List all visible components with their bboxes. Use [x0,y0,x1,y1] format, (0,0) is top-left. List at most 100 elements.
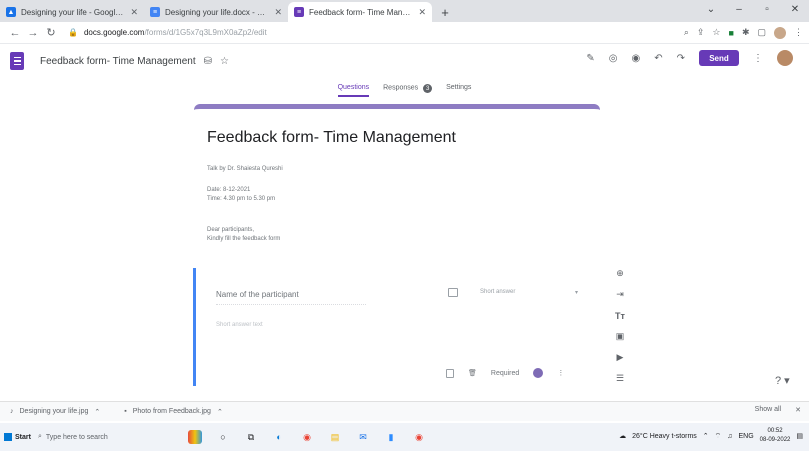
add-question-icon[interactable]: ⊕ [614,268,626,279]
browser-tab-docs[interactable]: ≡ Designing your life.docx - Goog ✕ [144,2,288,22]
header-actions: ✎ ◎ ◉ ↶ ↷ Send ⋮ [586,50,793,66]
chevron-down-icon[interactable]: ⌄ [697,0,725,18]
file-icon: ▪ [124,408,127,415]
maximize-icon[interactable]: ▫ [753,0,781,18]
browser-tab-drive[interactable]: ▲ Designing your life - Google Dri ✕ [0,2,144,22]
document-title[interactable]: Feedback form- Time Management [40,56,196,67]
download-item[interactable]: ▪ Photo from Feedback.jpg ⌃ [124,408,223,416]
undo-icon[interactable]: ↶ [654,53,662,64]
chrome-icon[interactable]: ◉ [300,430,314,444]
mail-icon[interactable]: ✉ [356,430,370,444]
more-vert-icon[interactable]: ⋮ [557,369,564,377]
window-controls: ⌄ – ▫ ✕ [697,0,809,18]
tab-responses[interactable]: Responses 3 [383,79,433,97]
customize-theme-icon[interactable]: ✎ [586,53,594,64]
help-icon[interactable]: ? ▾ [775,374,790,387]
form-title[interactable]: Feedback form- Time Management [207,129,456,147]
weather-text[interactable]: 26°C Heavy t-storms [632,433,697,440]
chevron-up-icon[interactable]: ⌃ [703,432,709,440]
download-filename: Photo from Feedback.jpg [132,408,211,415]
duplicate-icon[interactable] [446,368,454,378]
url-host: docs.google.com [83,28,145,37]
chrome-icon-2[interactable]: ◉ [412,430,426,444]
account-avatar[interactable] [777,50,793,66]
edge-icon[interactable]: ◐ [272,430,286,444]
url-input[interactable]: 🔒 docs.google.com /forms/d/1G5x7q3L9mX0a… [68,25,674,41]
start-button[interactable]: Start [4,433,38,441]
zoom-app-icon[interactable]: ▮ [384,430,398,444]
add-video-icon[interactable]: ▶ [614,352,626,363]
more-vert-icon[interactable]: ⋮ [753,53,763,64]
form-title-card[interactable]: Feedback form- Time Management Talk by D… [194,104,600,254]
minimize-icon[interactable]: – [725,0,753,18]
reload-icon[interactable]: ↻ [42,26,60,39]
close-icon[interactable]: ✕ [418,7,426,18]
puzzle-icon[interactable]: ✱ [742,27,750,38]
chevron-up-icon[interactable]: ⌃ [94,408,100,416]
bookmark-star-icon[interactable]: ☆ [712,27,720,38]
question-title[interactable]: Name of the participant [216,290,299,299]
zoom-icon[interactable]: ⌕ [684,27,689,38]
download-item[interactable]: ♪ Designing your life.jpg ⌃ [10,408,100,416]
browser-tab-strip: ▲ Designing your life - Google Dri ✕ ≡ D… [0,0,809,22]
send-button[interactable]: Send [699,50,739,66]
tab-label: Settings [446,84,472,91]
preview-eye-icon[interactable]: ◉ [631,53,640,64]
task-view-icon[interactable]: ⧉ [244,430,258,444]
question-type-select[interactable]: Short answer ▾ [476,285,582,299]
forward-icon[interactable]: → [24,27,42,39]
add-title-icon[interactable]: Tт [614,310,626,321]
share-icon[interactable]: ⇪ [697,27,705,38]
delete-icon[interactable]: 🗑 [468,369,477,377]
chevron-up-icon[interactable]: ⌃ [217,408,223,416]
close-icon[interactable]: ✕ [130,7,138,18]
form-canvas: Feedback form- Time Management Talk by D… [0,98,809,400]
close-window-icon[interactable]: ✕ [781,0,809,18]
add-image-icon[interactable] [448,288,458,297]
forms-logo-icon[interactable] [10,52,24,70]
add-section-icon[interactable]: ☰ [614,373,626,384]
windows-logo-icon [4,433,12,441]
cortana-icon[interactable]: ○ [216,430,230,444]
new-tab-button[interactable]: + [436,3,454,21]
docs-icon: ≡ [150,7,160,17]
close-icon[interactable]: ✕ [274,7,282,18]
close-icon[interactable]: ✕ [795,406,801,414]
clock-time: 00:52 [767,428,783,434]
palette-icon[interactable]: ◎ [609,53,618,64]
form-date: Date: 8-12-2021 [207,187,251,193]
language-indicator[interactable]: ENG [739,433,754,440]
chevron-down-icon: ▾ [574,289,578,296]
taskbar-search-input[interactable]: ⌕ Type here to search [38,433,188,441]
extension-icon[interactable]: ■ [729,28,734,38]
browser-tab-forms[interactable]: ≡ Feedback form- Time Managem ✕ [288,2,432,22]
required-toggle[interactable] [533,368,544,378]
browser-toolbar-icons: ⌕ ⇪ ☆ ■ ✱ ▢ ⋮ [684,26,803,39]
widget-art-icon[interactable] [188,430,202,444]
notifications-icon[interactable]: ▤ [796,432,803,440]
clock[interactable]: 00:52 08-09-2022 [760,427,791,445]
search-placeholder: Type here to search [45,433,108,441]
download-filename: Designing your life.jpg [19,408,89,415]
add-image-icon[interactable]: ▣ [614,331,626,342]
question-card[interactable]: Name of the participant Short answer tex… [193,268,599,386]
network-icon[interactable]: ⌔ [715,432,722,441]
star-icon[interactable]: ☆ [220,56,229,67]
lock-icon: 🔒 [68,28,78,37]
import-questions-icon[interactable]: ⇥ [614,289,626,300]
more-vert-icon[interactable]: ⋮ [794,27,803,38]
move-to-folder-icon[interactable]: ⛁ [204,56,212,67]
downloads-actions: Show all ✕ [755,406,801,414]
question-footer: 🗑 Required ⋮ [446,368,564,378]
show-all-link[interactable]: Show all [755,406,781,414]
tab-questions[interactable]: Questions [337,79,369,97]
file-explorer-icon[interactable]: ▤ [328,430,342,444]
weather-icon[interactable]: ☁ [619,432,626,440]
back-icon[interactable]: ← [6,27,24,39]
volume-icon[interactable]: ♫ [727,433,732,440]
sidepanel-icon[interactable]: ▢ [757,27,766,38]
profile-avatar[interactable] [774,26,786,39]
tab-settings[interactable]: Settings [446,79,471,97]
system-tray: ☁ 26°C Heavy t-storms ⌃ ⌔ ♫ ENG 00:52 08… [619,427,803,445]
redo-icon[interactable]: ↷ [677,53,685,64]
